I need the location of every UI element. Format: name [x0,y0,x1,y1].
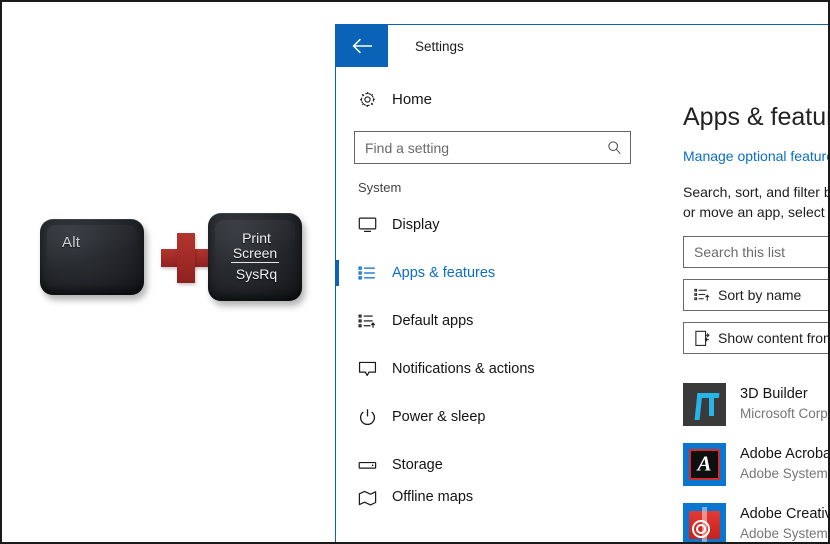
sidebar-search [354,131,631,164]
adobe-acrobat-icon-inner: A [689,448,720,480]
map-icon [358,489,392,507]
sidebar-item-display[interactable]: Display [336,201,649,249]
search-icon[interactable] [603,137,625,158]
sidebar-item-home[interactable]: Home [336,79,649,119]
settings-sidebar: Home System [336,67,649,542]
search-this-list-input[interactable] [683,236,828,268]
keyboard-shortcut-illustration: Alt Print Screen SysRq [2,2,335,542]
sidebar-item-offline-maps-label: Offline maps [392,489,474,505]
app-list-item[interactable]: 3D Builder Microsoft Corporation [683,374,828,434]
adobe-creative-cloud-icon [683,502,726,542]
show-content-from-button[interactable]: Show content from all drives [683,322,828,354]
sidebar-item-offline-maps[interactable]: Offline maps [336,489,649,519]
app-publisher: Microsoft Corporation [740,406,828,421]
manage-optional-features-link[interactable]: Manage optional features [683,148,828,164]
window-title: Settings [415,38,464,54]
sidebar-item-power-sleep[interactable]: Power & sleep [336,393,649,441]
sidebar-group-label: System [358,180,402,195]
sidebar-item-display-label: Display [392,217,440,233]
settings-window: Settings Home Find a setting System Disp… [335,24,830,542]
app-list-item-meta: Adobe Creative Cloud Adobe Systems Incor… [726,505,830,542]
back-button[interactable] [336,25,388,67]
app-name: 3D Builder [740,386,808,402]
adobe-creative-cloud-icon-glyph [692,519,710,538]
app-publisher: Adobe Systems Incorporated [740,526,830,541]
alt-key-label: Alt [62,234,81,251]
sidebar-item-apps-features-label: Apps & features [392,265,496,281]
sidebar-item-default-apps[interactable]: Default apps [336,297,649,345]
adobe-acrobat-icon-glyph: A [697,451,712,476]
pane-description-line-2: or move an app, select it from the list. [683,204,828,220]
page-title: Apps & features [683,103,828,131]
3d-builder-icon [683,382,726,426]
list-icon [358,264,392,282]
print-screen-line-1: Print [242,230,271,246]
app-name: Adobe Acrobat Reader DC [740,446,828,462]
sidebar-item-storage[interactable]: Storage [336,441,649,489]
3d-builder-icon-shape [694,392,720,420]
alt-key: Alt [40,219,144,295]
3d-builder-icon-bar [709,392,714,416]
adobe-acrobat-icon: A [683,442,726,486]
print-screen-key-label: Print Screen SysRq [208,231,302,282]
pane-description-line-1: Search, sort, and filter by drive. If yo… [683,184,828,200]
sidebar-item-storage-label: Storage [392,457,443,473]
show-content-from-label: Show content from all drives [718,330,828,346]
installed-apps-list: 3D Builder Microsoft Corporation A Adobe… [683,374,830,542]
monitor-icon [358,216,392,234]
gear-icon [358,90,392,109]
screenshot-canvas: Alt Print Screen SysRq Settings Home Fin… [0,0,830,544]
print-screen-key: Print Screen SysRq [208,213,302,301]
speech-bubble-icon [358,360,392,378]
drive-filter-icon [694,330,718,347]
sort-icon [694,287,718,303]
sidebar-item-apps-features[interactable]: Apps & features [336,249,649,297]
print-screen-line-2: Screen [230,245,280,263]
find-a-setting-input[interactable] [354,131,631,164]
app-list-item[interactable]: A Adobe Acrobat Reader DC Adobe Systems … [683,434,830,494]
app-publisher: Adobe Systems Incorporated [740,466,830,481]
apps-features-pane: Apps & features Manage optional features… [649,67,830,542]
sort-by-name-label: Sort by name [718,287,802,303]
settings-body: Home System [336,67,830,542]
sidebar-item-default-apps-label: Default apps [392,313,474,329]
app-list-item-meta: Adobe Acrobat Reader DC Adobe Systems In… [726,445,830,483]
app-list-item[interactable]: Adobe Creative Cloud Adobe Systems Incor… [683,494,830,542]
app-name: Adobe Creative Cloud [740,506,828,522]
drive-icon [358,458,392,472]
app-list-item-meta: 3D Builder Microsoft Corporation [726,385,828,423]
plus-icon-vertical-bar [177,233,195,283]
sidebar-item-notifications-actions[interactable]: Notifications & actions [336,345,649,393]
list-arrow-icon [358,312,392,330]
sort-by-name-button[interactable]: Sort by name [683,279,828,311]
power-icon [358,408,392,427]
arrow-left-icon [352,38,372,54]
sidebar-home-label: Home [392,90,433,108]
sidebar-item-power-sleep-label: Power & sleep [392,409,486,425]
print-screen-line-3: SysRq [235,266,278,282]
plus-icon [161,233,211,283]
window-titlebar: Settings [336,25,828,67]
pane-description: Search, sort, and filter by drive. If yo… [683,182,828,222]
sidebar-item-notifications-actions-label: Notifications & actions [392,361,535,377]
